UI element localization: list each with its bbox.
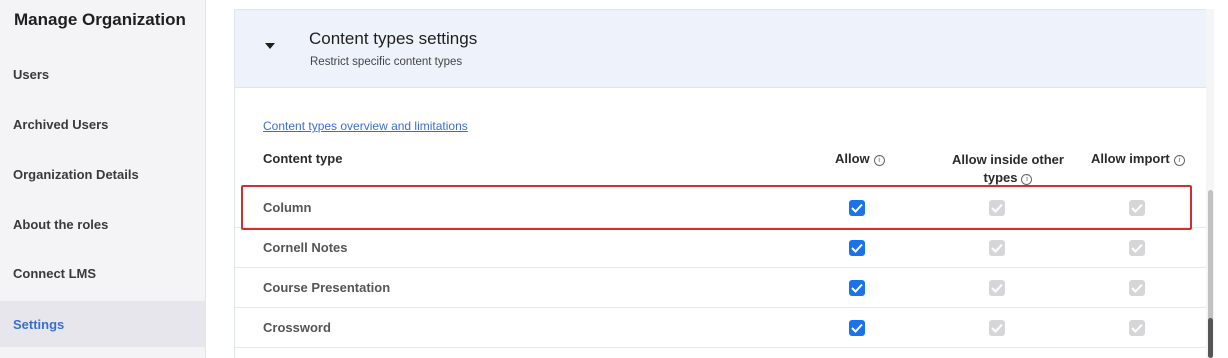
panel-subtitle: Restrict specific content types	[310, 56, 463, 68]
allow-checkbox[interactable]	[849, 240, 865, 256]
column-header-allow-inside-line2: types	[983, 170, 1018, 185]
sidebar-item-label: About the roles	[13, 216, 109, 232]
allow-checkbox[interactable]	[849, 200, 865, 216]
sidebar: Manage Organization Users Archived Users…	[0, 0, 206, 358]
sidebar-item-archived-users[interactable]: Archived Users	[0, 101, 205, 147]
allow-inside-checkbox	[989, 200, 1005, 216]
info-icon[interactable]: i	[873, 155, 885, 166]
table-row: Column	[235, 188, 1213, 228]
sidebar-item-users[interactable]: Users	[0, 51, 205, 97]
content-types-panel: Content types settings Restrict specific…	[234, 9, 1214, 358]
table-row: Crossword	[235, 308, 1213, 348]
panel-title: Content types settings	[309, 29, 478, 48]
sidebar-item-connect-lms[interactable]: Connect LMS	[0, 250, 205, 296]
allow-inside-checkbox	[989, 320, 1005, 336]
sidebar-item-about-roles[interactable]: About the roles	[0, 201, 205, 247]
column-header-content-type: Content type	[263, 151, 343, 166]
sidebar-item-settings[interactable]: Settings	[0, 301, 205, 347]
collapse-caret-icon[interactable]	[265, 43, 275, 49]
column-header-allow-import-label: Allow import	[1091, 151, 1170, 166]
sidebar-title: Manage Organization	[14, 10, 186, 29]
allow-import-checkbox	[1129, 280, 1145, 296]
column-header-allow-import: Allow import i	[1091, 151, 1185, 166]
table-row: Course Presentation	[235, 268, 1213, 308]
sidebar-item-label: Archived Users	[13, 116, 109, 132]
allow-import-checkbox	[1129, 240, 1145, 256]
allow-checkbox[interactable]	[849, 280, 865, 296]
content-type-label: Column	[263, 200, 312, 215]
content-type-label: Cornell Notes	[263, 240, 348, 255]
sidebar-item-label: Organization Details	[13, 166, 139, 182]
panel-header[interactable]: Content types settings Restrict specific…	[235, 10, 1213, 88]
column-header-allow-inside-line1: Allow inside other	[952, 152, 1064, 167]
allow-import-checkbox	[1129, 200, 1145, 216]
column-header-allow: Allow i	[835, 151, 885, 166]
allow-inside-checkbox	[989, 240, 1005, 256]
content-type-label: Crossword	[263, 320, 331, 335]
scrollbar-thumb-active[interactable]	[1208, 318, 1213, 358]
allow-checkbox[interactable]	[849, 320, 865, 336]
sidebar-item-organization-details[interactable]: Organization Details	[0, 151, 205, 197]
overview-link[interactable]: Content types overview and limitations	[263, 119, 468, 133]
content-type-label: Course Presentation	[263, 280, 391, 295]
column-header-allow-label: Allow	[835, 151, 870, 166]
column-header-allow-inside: Allow inside other types i	[943, 151, 1073, 187]
allow-import-checkbox	[1129, 320, 1145, 336]
info-icon[interactable]: i	[1173, 155, 1185, 166]
sidebar-item-label: Settings	[13, 316, 65, 332]
column-header-allow-inside-line2-wrap: types i	[943, 169, 1073, 187]
sidebar-item-label: Connect LMS	[13, 265, 97, 281]
info-icon[interactable]: i	[1021, 174, 1033, 185]
sidebar-item-label: Users	[13, 66, 50, 82]
table-row: Cornell Notes	[235, 228, 1213, 268]
allow-inside-checkbox	[989, 280, 1005, 296]
